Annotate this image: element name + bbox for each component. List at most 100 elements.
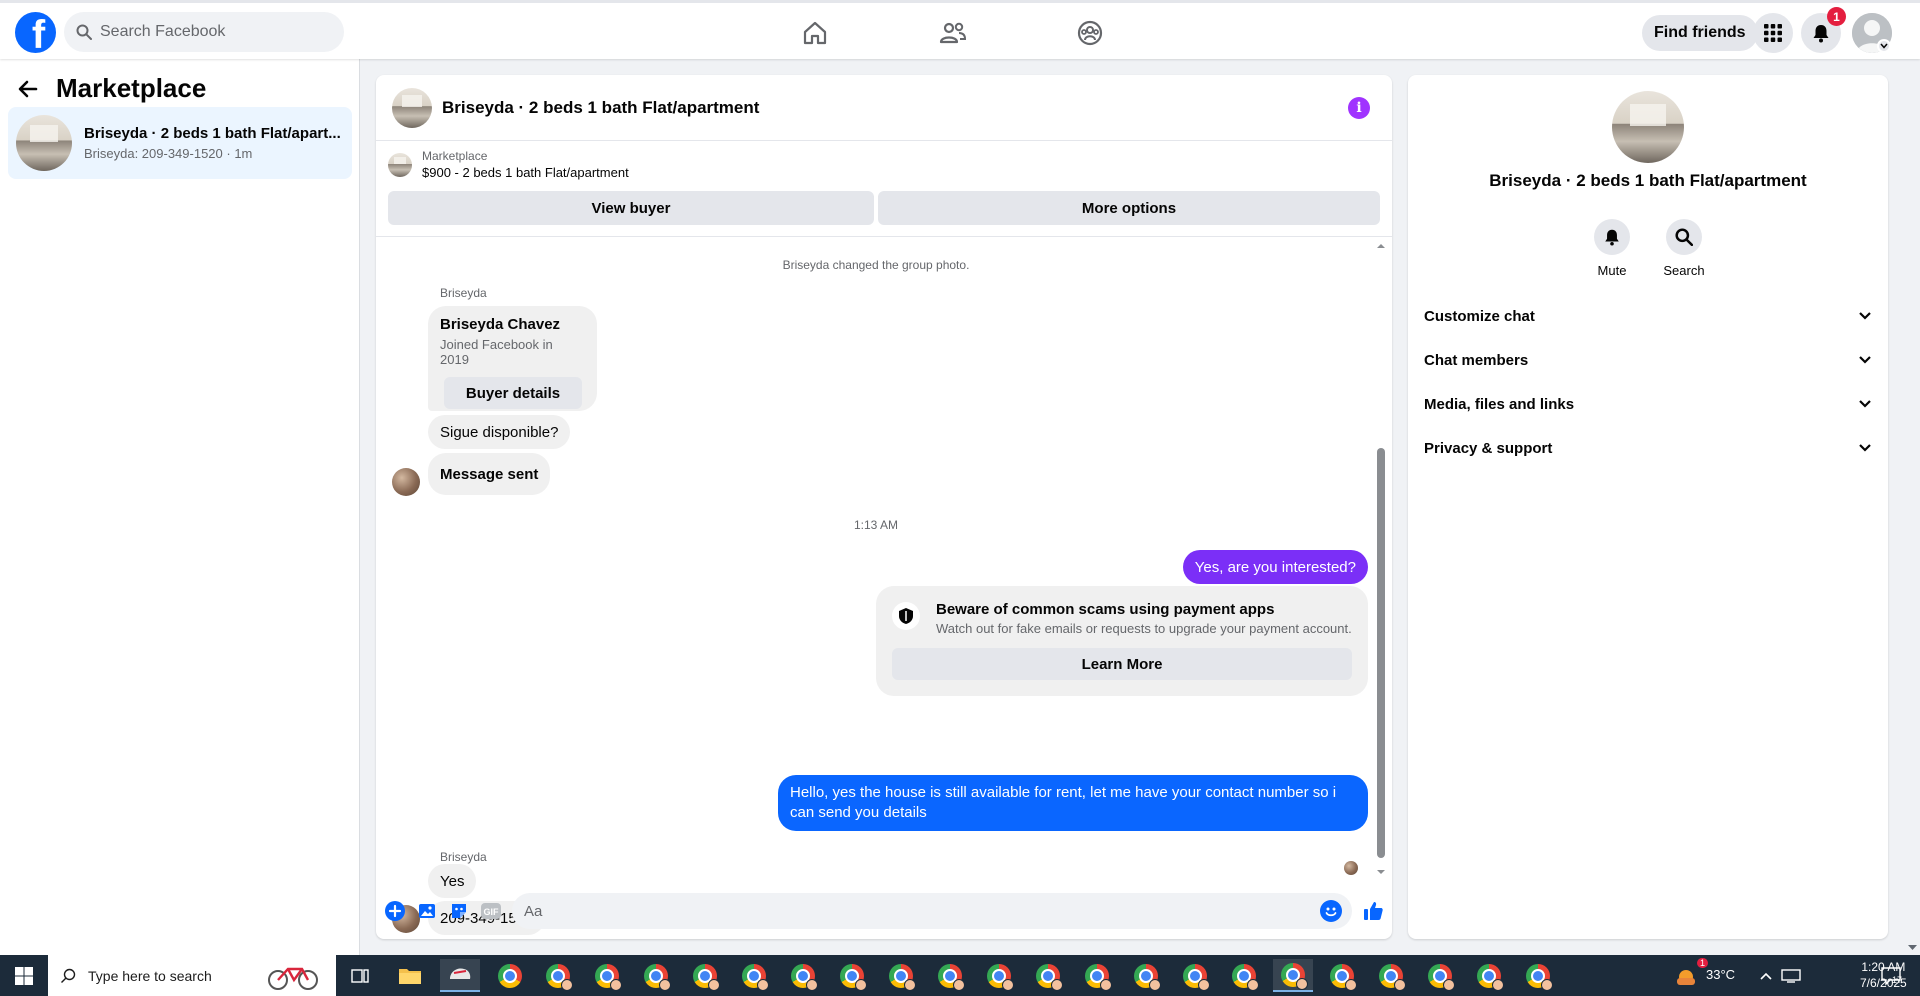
attach-photo-button[interactable] (416, 900, 438, 922)
taskbar-chrome-4[interactable] (636, 959, 676, 992)
chrome-icon (595, 963, 622, 991)
taskbar-chrome-16[interactable] (1224, 959, 1264, 992)
menu-button[interactable] (1753, 13, 1793, 53)
chat-info-photo[interactable] (1612, 91, 1684, 163)
taskbar-chrome-2[interactable] (538, 959, 578, 992)
taskbar-chrome-12[interactable] (1028, 959, 1068, 992)
taskbar-chrome-21[interactable] (1469, 959, 1509, 992)
chrome-icon (1134, 963, 1161, 991)
chevron-up-icon[interactable] (1759, 971, 1773, 981)
system-message: Briseyda changed the group photo. (782, 258, 970, 272)
sidebar-header: Marketplace (18, 73, 206, 104)
taskbar-app-cycling[interactable] (440, 959, 480, 992)
taskbar-chrome-19[interactable] (1371, 959, 1411, 992)
taskbar-chrome-18[interactable] (1322, 959, 1362, 992)
sticker-button[interactable] (448, 900, 470, 922)
taskbar-chrome-20[interactable] (1420, 959, 1460, 992)
message-bubble-incoming[interactable]: Message sent (428, 453, 551, 495)
message-input[interactable] (524, 902, 1304, 920)
chrome-icon (1379, 963, 1406, 991)
thumbs-up-icon (1364, 902, 1383, 920)
taskbar-chrome-13[interactable] (1077, 959, 1117, 992)
plus-circle-icon (385, 901, 405, 921)
taskbar-chrome-6[interactable] (734, 959, 774, 992)
page-scrollbar[interactable] (1905, 59, 1920, 955)
search-action[interactable]: Search (1654, 219, 1714, 278)
like-button[interactable] (1362, 900, 1384, 922)
scroll-down-icon[interactable] (1376, 868, 1386, 876)
sender-name: Briseyda (440, 850, 487, 864)
more-options-button[interactable]: More options (878, 191, 1380, 225)
search-icon (76, 24, 92, 40)
taskbar-chrome-22[interactable] (1518, 959, 1558, 992)
mute-action[interactable]: Mute (1582, 219, 1642, 278)
learn-more-button[interactable]: Learn More (892, 648, 1352, 680)
facebook-search-box[interactable] (64, 12, 344, 52)
taskbar-chrome-7[interactable] (783, 959, 823, 992)
account-menu-toggle[interactable] (1877, 39, 1891, 53)
taskbar-chrome-17[interactable] (1273, 959, 1313, 992)
weather-temperature[interactable]: 33°C (1706, 967, 1735, 982)
view-buyer-button[interactable]: View buyer (388, 191, 874, 225)
taskbar-chrome-1[interactable] (490, 959, 530, 992)
message-line: can send you details (790, 804, 927, 821)
chrome-icon (987, 963, 1014, 991)
taskbar-chrome-9[interactable] (881, 959, 921, 992)
facebook-logo[interactable]: f (15, 12, 56, 53)
chrome-icon (1232, 963, 1259, 991)
chat-title[interactable]: Briseyda · 2 beds 1 bath Flat/apartment (442, 98, 759, 118)
bicycle-icon (268, 967, 318, 990)
find-friends-button[interactable]: Find friends (1642, 15, 1758, 51)
buyer-profile-card: Briseyda Chavez Joined Facebook in 2019 … (428, 306, 597, 411)
back-arrow-icon[interactable] (18, 80, 38, 98)
scroll-down-icon[interactable] (1905, 943, 1920, 953)
file-explorer-button[interactable] (390, 959, 430, 992)
notification-count: 17 (1892, 975, 1903, 985)
buyer-details-button[interactable]: Buyer details (444, 377, 582, 409)
mute-button[interactable] (1594, 219, 1630, 255)
emoji-button[interactable] (1320, 900, 1342, 922)
message-bubble-incoming[interactable]: Sigue disponible? (428, 415, 571, 449)
buyer-joined: Joined Facebook in 2019 (440, 337, 553, 367)
section-media-files-links[interactable]: Media, files and links (1424, 386, 1872, 422)
network-icon[interactable] (1781, 968, 1801, 984)
home-icon (803, 21, 827, 45)
groups-nav-button[interactable] (1068, 11, 1112, 55)
scroll-up-icon[interactable] (1376, 242, 1386, 250)
sender-avatar[interactable] (392, 468, 420, 496)
search-input[interactable] (100, 23, 320, 41)
friends-nav-button[interactable] (931, 11, 975, 55)
taskbar-chrome-3[interactable] (587, 959, 627, 992)
message-bubble-outgoing[interactable]: Hello, yes the house is still available … (778, 775, 1368, 831)
more-actions-button[interactable] (384, 900, 406, 922)
taskbar-chrome-5[interactable] (685, 959, 725, 992)
scam-warning-card: Beware of common scams using payment app… (876, 586, 1368, 696)
section-customize-chat[interactable]: Customize chat (1424, 298, 1872, 334)
listing-info[interactable]: Marketplace $900 - 2 beds 1 bath Flat/ap… (388, 149, 629, 180)
sender-name: Briseyda (440, 286, 487, 300)
task-view-button[interactable] (340, 959, 380, 992)
taskbar-chrome-11[interactable] (979, 959, 1019, 992)
helmet-icon (450, 967, 471, 979)
scam-warning-title: Beware of common scams using payment app… (936, 601, 1275, 618)
chat-thumbnail[interactable] (392, 87, 432, 128)
message-bubble-outgoing[interactable]: Yes, are you interested? (1182, 550, 1368, 584)
notification-badge: 1 (1827, 7, 1846, 26)
scroll-thumb[interactable] (1377, 448, 1385, 858)
conversation-list-item[interactable]: Briseyda · 2 beds 1 bath Flat/apart... B… (8, 107, 352, 179)
taskbar-chrome-10[interactable] (930, 959, 970, 992)
chat-scrollbar[interactable] (1376, 242, 1386, 880)
taskbar-chrome-15[interactable] (1175, 959, 1215, 992)
taskbar-search[interactable]: Type here to search (48, 955, 336, 996)
gif-button[interactable]: GIF (480, 900, 502, 922)
info-icon[interactable]: i (1348, 97, 1370, 119)
taskbar-chrome-8[interactable] (832, 959, 872, 992)
section-privacy-support[interactable]: Privacy & support (1424, 430, 1872, 466)
message-input-box[interactable] (512, 893, 1352, 929)
start-button[interactable] (0, 955, 48, 996)
home-nav-button[interactable] (793, 11, 837, 55)
section-chat-members[interactable]: Chat members (1424, 342, 1872, 378)
search-in-chat-button[interactable] (1666, 219, 1702, 255)
mute-label: Mute (1597, 263, 1627, 278)
taskbar-chrome-14[interactable] (1126, 959, 1166, 992)
